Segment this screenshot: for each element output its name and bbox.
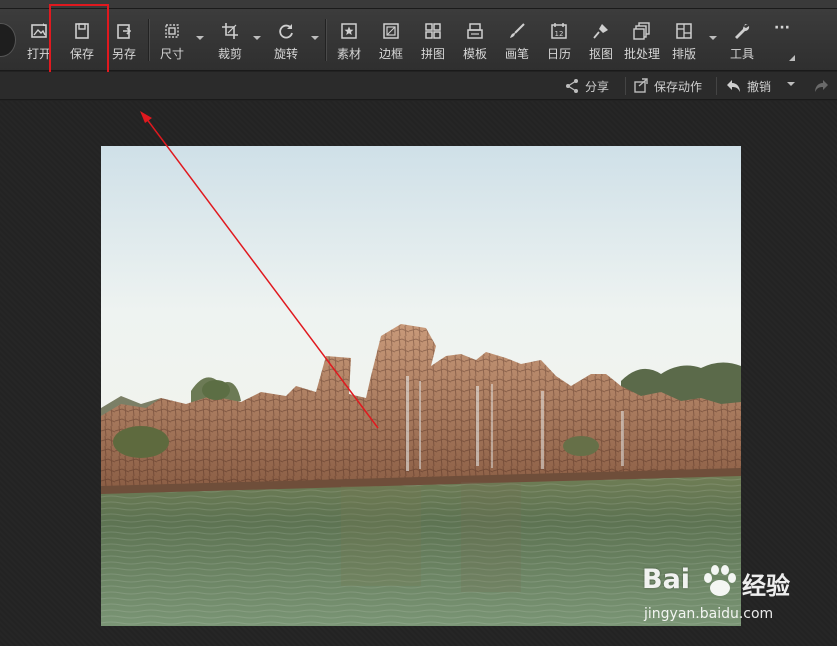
crop-icon (221, 22, 239, 40)
border-label: 边框 (379, 47, 404, 61)
crop-label: 裁剪 (218, 47, 243, 61)
calendar-button[interactable]: 12 日历 (547, 9, 571, 71)
subbar-separator (625, 77, 626, 95)
puzzle-label: 拼图 (421, 47, 446, 61)
material-star-icon (340, 22, 358, 40)
window-top-strip (0, 0, 837, 9)
layout-label: 排版 (672, 47, 697, 61)
brush-icon (508, 22, 526, 40)
undo-button[interactable]: 撤销 (726, 76, 771, 96)
undo-dropdown-icon[interactable] (787, 82, 795, 86)
brush-label: 画笔 (505, 47, 530, 61)
more-icon: ··· (774, 20, 790, 36)
edited-photo[interactable] (101, 146, 741, 626)
more-button[interactable]: ··· (774, 9, 790, 71)
crop-dropdown-icon[interactable] (253, 36, 261, 40)
batch-icon (633, 22, 651, 40)
open-image-icon (30, 22, 48, 40)
rotate-label: 旋转 (274, 47, 299, 61)
baidu-paw-icon (704, 565, 736, 596)
menu-orb-button[interactable] (0, 23, 16, 57)
undo-label: 撤销 (747, 79, 772, 94)
resize-label: 尺寸 (160, 47, 185, 61)
watermark-url: jingyan.baidu.com (644, 606, 774, 622)
watermark-brand-cn: 经验 (742, 572, 790, 600)
calendar-number: 12 (555, 30, 564, 38)
open-label: 打开 (27, 47, 52, 61)
watermark-brand: Bai (642, 564, 691, 595)
share-label: 分享 (585, 79, 610, 94)
redo-button[interactable] (813, 76, 834, 96)
layout-dropdown-icon[interactable] (709, 36, 717, 40)
resize-icon (163, 22, 181, 40)
border-button[interactable]: 边框 (379, 9, 403, 71)
calendar-label: 日历 (547, 47, 572, 61)
border-frame-icon (382, 22, 400, 40)
rotate-dropdown-icon[interactable] (311, 36, 319, 40)
save-as-button[interactable]: 另存 (112, 9, 136, 71)
save-as-icon (115, 22, 133, 40)
brush-button[interactable]: 画笔 (505, 9, 529, 71)
redo-icon (815, 80, 828, 92)
tools-button[interactable]: 工具 (730, 9, 754, 71)
toolbar-separator (148, 19, 149, 61)
undo-icon (727, 80, 740, 92)
baidu-jingyan-watermark: Bai 经验 jingyan.baidu.com (640, 560, 830, 630)
toolbar-separator (325, 19, 326, 61)
rotate-button[interactable]: 旋转 (274, 9, 298, 71)
secondary-toolbar: 分享 保存动作 撤销 (0, 72, 837, 100)
open-button[interactable]: 打开 (27, 9, 51, 71)
resize-button[interactable]: 尺寸 (160, 9, 184, 71)
batch-button[interactable]: 批处理 (624, 9, 660, 71)
template-icon (466, 22, 484, 40)
material-label: 素材 (337, 47, 362, 61)
cutout-pen-icon (592, 22, 610, 40)
save-action-button[interactable]: 保存动作 (633, 76, 702, 96)
save-as-label: 另存 (112, 47, 137, 61)
save-action-label: 保存动作 (654, 79, 703, 94)
save-action-icon (634, 78, 648, 93)
share-icon (566, 79, 578, 93)
puzzle-button[interactable]: 拼图 (421, 9, 445, 71)
share-button[interactable]: 分享 (564, 76, 609, 96)
layout-icon (675, 22, 693, 40)
crop-button[interactable]: 裁剪 (218, 9, 242, 71)
tools-label: 工具 (730, 47, 755, 61)
layout-button[interactable]: 排版 (672, 9, 696, 71)
cutout-button[interactable]: 抠图 (589, 9, 613, 71)
expand-corner-icon[interactable] (789, 55, 795, 61)
puzzle-grid-icon (424, 22, 442, 40)
template-label: 模板 (463, 47, 488, 61)
template-button[interactable]: 模板 (463, 9, 487, 71)
calendar-icon: 12 (550, 22, 568, 40)
cutout-label: 抠图 (589, 47, 614, 61)
main-toolbar: 打开 保存 另存 尺寸 裁剪 旋转 素材 边框 拼图 模板 画笔 12 日历 抠… (0, 9, 837, 71)
rotate-icon (277, 22, 295, 40)
wrench-icon (733, 22, 751, 40)
batch-label: 批处理 (624, 47, 661, 61)
material-button[interactable]: 素材 (337, 9, 361, 71)
resize-dropdown-icon[interactable] (196, 36, 204, 40)
subbar-separator (716, 77, 717, 95)
rockery-waterfall-photo (101, 146, 741, 626)
